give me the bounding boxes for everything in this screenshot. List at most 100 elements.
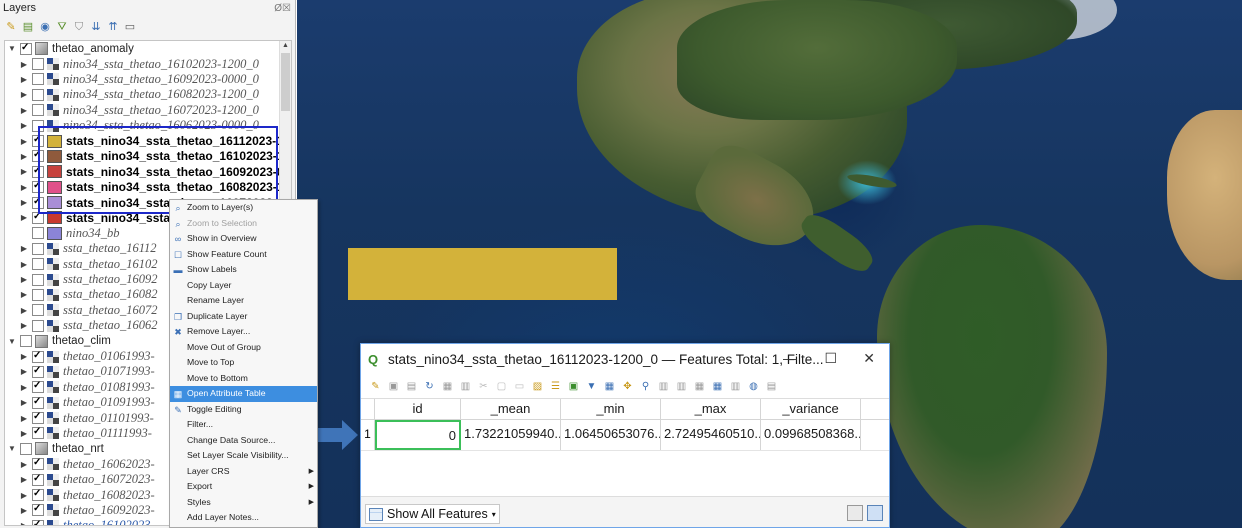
layer-visibility-checkbox[interactable] [32,227,44,240]
column-header[interactable]: id [375,399,461,419]
context-menu-item[interactable]: ▦ Open Attribute Table [170,386,317,402]
minimize-button[interactable]: — [783,350,797,366]
context-menu-item[interactable]: ∞ Show in Overview [170,231,317,247]
expand-arrow-icon[interactable]: ▶ [19,260,29,269]
layer-visibility-checkbox[interactable] [32,273,44,286]
expand-arrow-icon[interactable]: ▶ [19,75,29,84]
layer-visibility-checkbox[interactable] [32,489,44,502]
collapse-arrow-icon[interactable]: ▼ [7,44,17,53]
context-menu-item[interactable]: Filter... [170,417,317,433]
toolbar-tool-icon[interactable]: ▭ [513,380,526,393]
expand-arrow-icon[interactable]: ▶ [19,275,29,284]
expand-arrow-icon[interactable]: ▶ [19,183,29,192]
table-cell[interactable]: 0 [375,420,461,450]
maximize-button[interactable]: ☐ [824,350,837,367]
expand-arrow-icon[interactable]: ▶ [19,167,29,176]
toolbar-tool-icon[interactable]: ◍ [747,380,760,393]
context-menu-item[interactable]: ▬ Show Labels [170,262,317,278]
context-menu-item[interactable]: Rename Layer [170,293,317,309]
expand-arrow-icon[interactable]: ▶ [19,429,29,438]
scroll-up-icon[interactable]: ▲ [281,42,290,52]
expand-arrow-icon[interactable]: ▶ [19,367,29,376]
toolbar-tool-icon[interactable]: ▥ [729,380,742,393]
context-menu-item[interactable]: Add Layer Notes... [170,510,317,526]
layer-visibility-checkbox[interactable] [32,365,44,378]
toolbar-tool-icon[interactable]: ▦ [693,380,706,393]
toolbar-tool-icon[interactable]: ▦ [603,380,616,393]
expand-arrow-icon[interactable]: ▶ [19,521,29,525]
expand-arrow-icon[interactable]: ▶ [19,290,29,299]
expand-arrow-icon[interactable]: ▶ [19,321,29,330]
layer-visibility-checkbox[interactable] [32,381,44,394]
layer-visibility-checkbox[interactable] [32,88,44,101]
expand-arrow-icon[interactable]: ▶ [19,306,29,315]
toolbar-tool-icon[interactable]: ▦ [711,380,724,393]
layer-visibility-checkbox[interactable] [20,442,32,455]
context-menu-item[interactable]: Styles ▶ [170,495,317,511]
row-number[interactable]: 1 [361,420,375,450]
table-row[interactable]: 1 0 1.73221059940... 1.06450653076... 2.7249… [361,420,889,451]
open-layer-styling-icon[interactable]: ✎ [4,20,18,34]
context-menu-item[interactable]: Export ▶ [170,479,317,495]
toolbar-tool-icon[interactable]: ▼ [585,380,598,393]
toolbar-tool-icon[interactable]: ▣ [567,380,580,393]
toolbar-tool-icon[interactable]: ▣ [387,380,400,393]
toolbar-tool-icon[interactable]: ▥ [675,380,688,393]
toolbar-tool-icon[interactable]: ▤ [765,380,778,393]
toolbar-tool-icon[interactable]: ✥ [621,380,634,393]
expand-arrow-icon[interactable]: ▶ [19,398,29,407]
layer-visibility-checkbox[interactable] [32,73,44,86]
expand-arrow-icon[interactable]: ▶ [19,198,29,207]
remove-layer-icon[interactable]: ▭ [123,20,137,34]
layer-visibility-checkbox[interactable] [32,304,44,317]
column-header[interactable]: _min [561,399,661,419]
column-header[interactable]: _max [661,399,761,419]
layer-visibility-checkbox[interactable] [32,519,44,525]
context-menu-item[interactable]: ❐ Duplicate Layer [170,309,317,325]
context-menu-item[interactable]: Set Layer Scale Visibility... [170,448,317,464]
layer-tree-row[interactable]: ▶ nino34_ssta_thetao_16102023-1200_0 [5,56,279,71]
toolbar-tool-icon[interactable]: ▨ [531,380,544,393]
layer-visibility-checkbox[interactable] [32,427,44,440]
collapse-all-icon[interactable]: ⇈ [106,20,120,34]
table-view-icon[interactable] [867,505,883,521]
expand-arrow-icon[interactable]: ▶ [19,152,29,161]
toolbar-tool-icon[interactable]: ✂ [477,380,490,393]
toolbar-tool-icon[interactable]: ↻ [423,380,436,393]
show-all-features-button[interactable]: Show All Features ▾ [365,504,500,524]
layer-visibility-checkbox[interactable] [32,288,44,301]
toolbar-tool-icon[interactable]: ▢ [495,380,508,393]
expand-arrow-icon[interactable]: ▶ [19,414,29,423]
filter-by-expression-icon[interactable]: ⛉ [72,20,86,34]
context-menu-item[interactable]: Move to Top [170,355,317,371]
close-button[interactable]: ✕ [863,350,875,367]
context-menu-item[interactable]: ✎ Toggle Editing [170,402,317,418]
layer-visibility-checkbox[interactable] [32,412,44,425]
expand-arrow-icon[interactable]: ▶ [19,475,29,484]
expand-arrow-icon[interactable]: ▶ [19,60,29,69]
context-menu-item[interactable]: Move Out of Group [170,340,317,356]
layer-visibility-checkbox[interactable] [32,396,44,409]
expand-arrow-icon[interactable]: ▶ [19,491,29,500]
expand-all-icon[interactable]: ⇊ [89,20,103,34]
toolbar-tool-icon[interactable]: ▦ [441,380,454,393]
expand-arrow-icon[interactable]: ▶ [19,137,29,146]
column-header[interactable]: _variance [761,399,861,419]
context-menu-item[interactable]: Move to Bottom [170,371,317,387]
toolbar-tool-icon[interactable]: ▥ [459,380,472,393]
layer-visibility-checkbox[interactable] [32,258,44,271]
layer-visibility-checkbox[interactable] [32,319,44,332]
manage-map-themes-icon[interactable]: ◉ [38,20,52,34]
expand-arrow-icon[interactable]: ▶ [19,90,29,99]
scroll-thumb[interactable] [281,53,290,111]
layer-tree-row[interactable]: ▶ nino34_ssta_thetao_16072023-1200_0 [5,103,279,118]
layer-visibility-checkbox[interactable] [32,473,44,486]
expand-arrow-icon[interactable]: ▶ [19,352,29,361]
attribute-table-titlebar[interactable]: Q stats_nino34_ssta_thetao_16112023-1200… [361,344,889,374]
layer-visibility-checkbox[interactable] [32,242,44,255]
column-header[interactable]: _mean [461,399,561,419]
expand-arrow-icon[interactable]: ▶ [19,383,29,392]
layer-visibility-checkbox[interactable] [32,504,44,517]
context-menu-item[interactable]: Change Data Source... [170,433,317,449]
layer-visibility-checkbox[interactable] [32,58,44,71]
